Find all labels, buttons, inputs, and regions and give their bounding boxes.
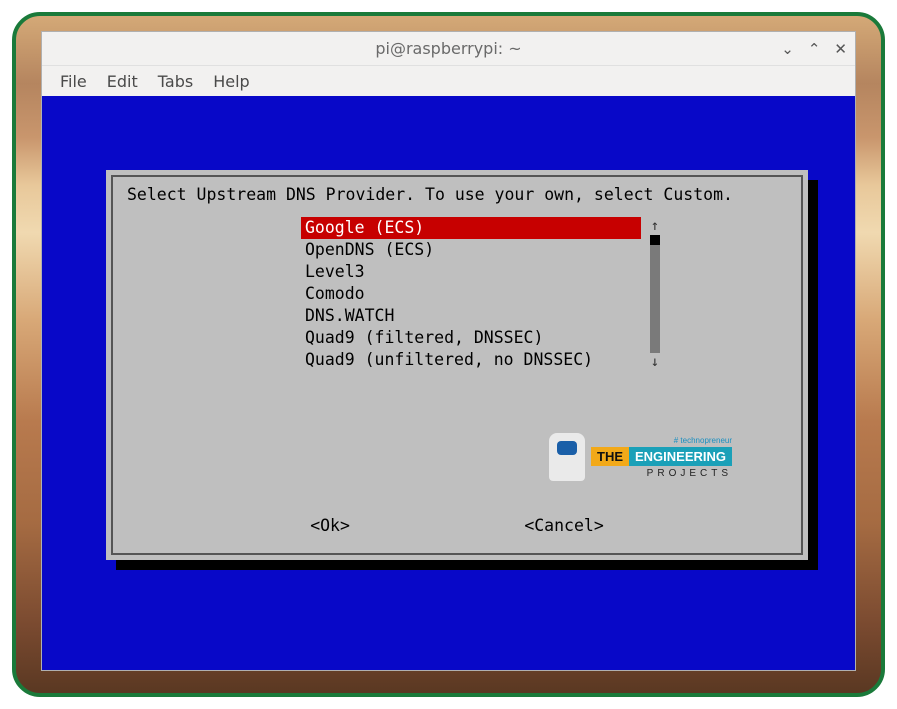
cancel-button[interactable]: <Cancel> — [524, 516, 603, 535]
scroll-track[interactable] — [650, 235, 660, 353]
option-quad9-unfiltered[interactable]: Quad9 (unfiltered, no DNSSEC) — [301, 349, 641, 371]
options-scrollbar[interactable]: ↑ ↓ — [643, 217, 667, 371]
dns-options-list: Google (ECS) OpenDNS (ECS) Level3 Comodo… — [301, 217, 641, 371]
minimize-button[interactable]: ⌄ — [781, 40, 794, 58]
window-title: pi@raspberrypi: ~ — [375, 39, 521, 58]
ok-button[interactable]: <Ok> — [310, 516, 350, 535]
dialog-buttons: <Ok> <Cancel> — [113, 516, 801, 535]
screenshot-frame: pi@raspberrypi: ~ ⌄ ⌃ ✕ File Edit Tabs H… — [12, 12, 885, 697]
watermark-text: # technopreneur THE ENGINEERING PROJECTS — [591, 436, 732, 479]
watermark-logo: # technopreneur THE ENGINEERING PROJECTS — [549, 427, 779, 487]
whiptail-dialog: Select Upstream DNS Provider. To use you… — [106, 170, 808, 560]
dialog-prompt: Select Upstream DNS Provider. To use you… — [127, 185, 733, 204]
terminal-window: pi@raspberrypi: ~ ⌄ ⌃ ✕ File Edit Tabs H… — [41, 31, 856, 671]
maximize-button[interactable]: ⌃ — [808, 40, 821, 58]
scroll-down-icon[interactable]: ↓ — [643, 353, 667, 371]
watermark-engineering: ENGINEERING — [629, 447, 732, 466]
titlebar: pi@raspberrypi: ~ ⌄ ⌃ ✕ — [42, 32, 855, 66]
menu-help[interactable]: Help — [207, 70, 255, 93]
menu-tabs[interactable]: Tabs — [152, 70, 199, 93]
option-comodo[interactable]: Comodo — [301, 283, 641, 305]
option-opendns-ecs[interactable]: OpenDNS (ECS) — [301, 239, 641, 261]
menu-edit[interactable]: Edit — [101, 70, 144, 93]
watermark-tagline: # technopreneur — [591, 436, 732, 445]
watermark-the: THE — [591, 447, 629, 466]
window-controls: ⌄ ⌃ ✕ — [781, 40, 847, 58]
scroll-up-icon[interactable]: ↑ — [643, 217, 667, 235]
option-quad9-filtered[interactable]: Quad9 (filtered, DNSSEC) — [301, 327, 641, 349]
robot-icon — [549, 433, 585, 481]
menu-file[interactable]: File — [54, 70, 93, 93]
menubar: File Edit Tabs Help — [42, 66, 855, 96]
option-dnswatch[interactable]: DNS.WATCH — [301, 305, 641, 327]
scroll-thumb[interactable] — [650, 235, 660, 245]
watermark-projects: PROJECTS — [591, 468, 732, 479]
close-button[interactable]: ✕ — [834, 40, 847, 58]
terminal-content: Select Upstream DNS Provider. To use you… — [42, 96, 855, 670]
option-level3[interactable]: Level3 — [301, 261, 641, 283]
dialog-border: Select Upstream DNS Provider. To use you… — [111, 175, 803, 555]
option-google-ecs[interactable]: Google (ECS) — [301, 217, 641, 239]
